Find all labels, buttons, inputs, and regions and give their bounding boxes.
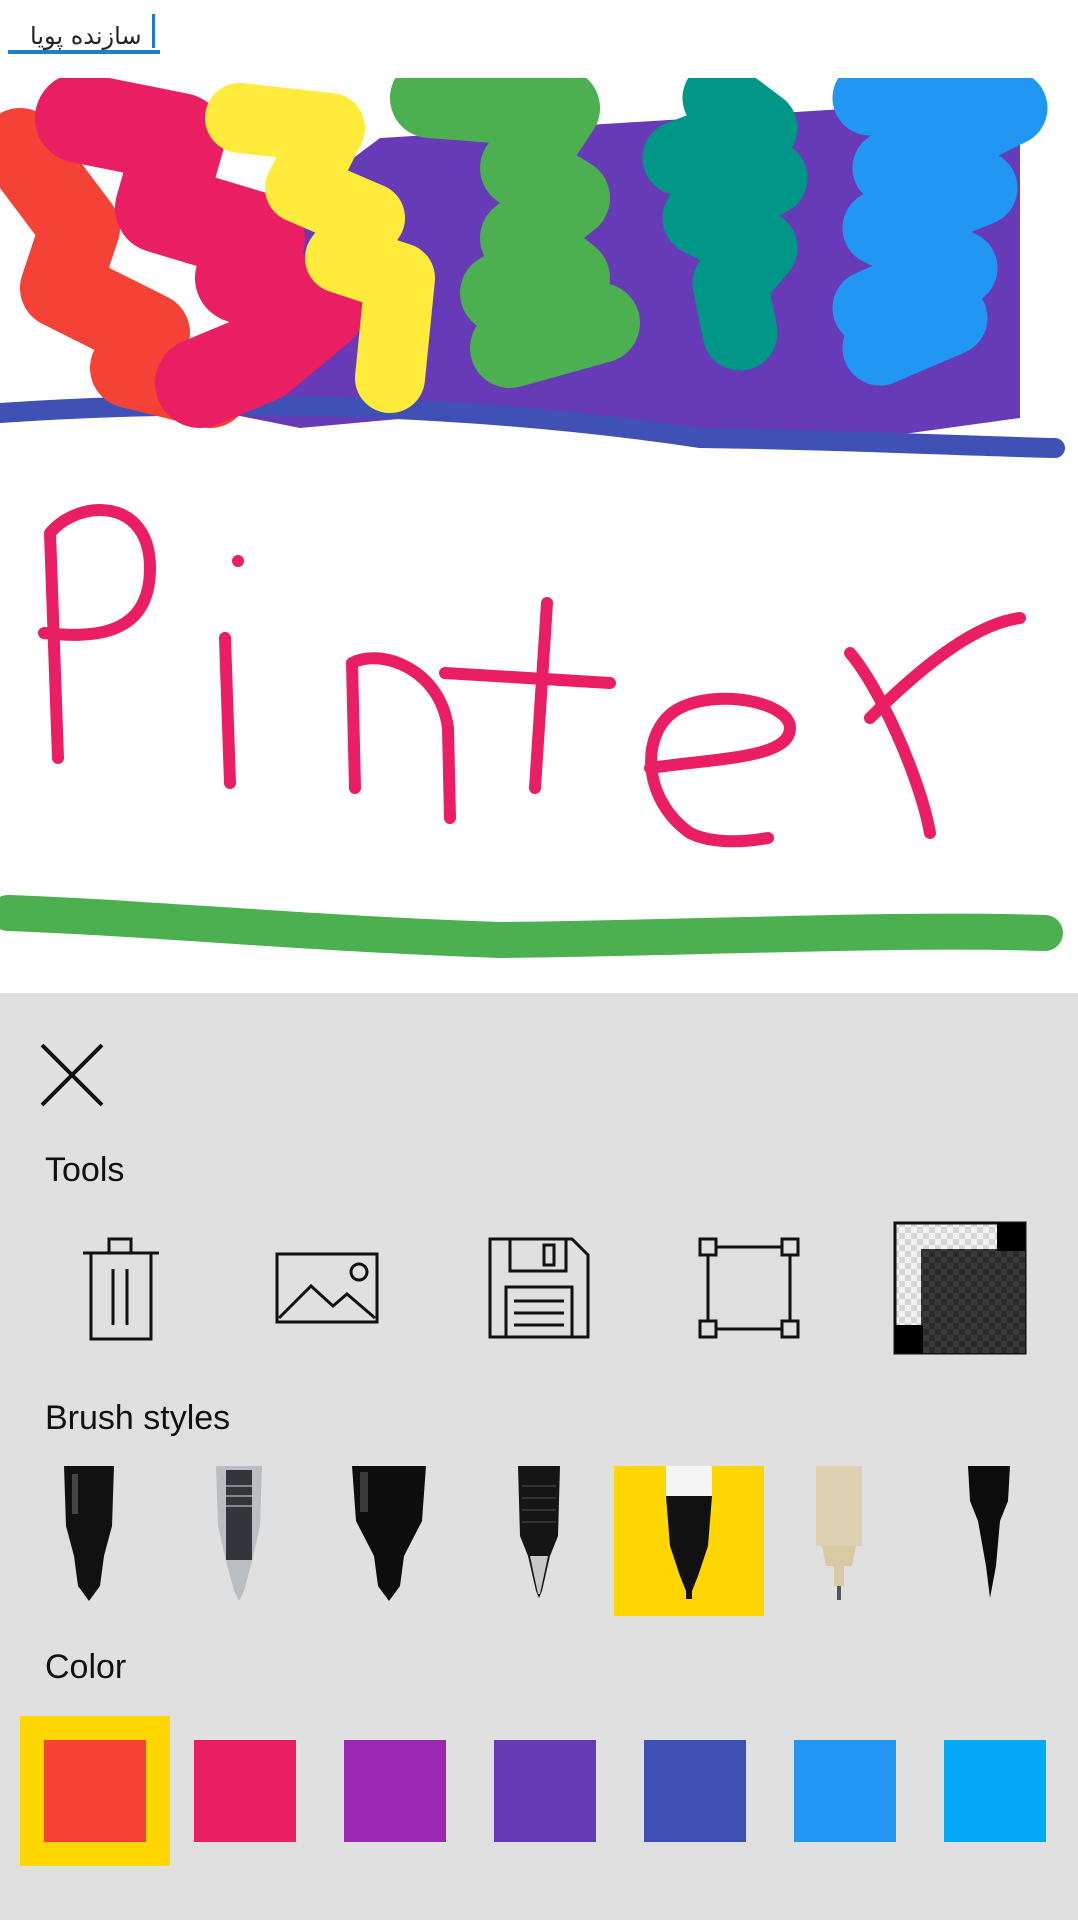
gel-pen-brush-icon — [216, 1466, 262, 1601]
canvas-strokes — [0, 78, 1065, 959]
technical-pen-brush-icon — [816, 1466, 862, 1600]
ballpoint-brush-icon — [518, 1466, 560, 1598]
background-toggle-icon — [893, 1221, 1027, 1355]
crop-frame-tool-button[interactable] — [682, 1221, 816, 1355]
brush-ballpoint[interactable] — [464, 1466, 614, 1616]
top-bar: سازنده پویا — [0, 0, 1078, 78]
brush-pen-brush-icon — [968, 1466, 1010, 1598]
color-swatch-fill — [44, 1740, 146, 1842]
color-swatch-2[interactable] — [170, 1716, 320, 1866]
tools-section-label: Tools — [45, 1151, 125, 1189]
text-caret — [152, 14, 155, 48]
color-swatch-3[interactable] — [320, 1716, 470, 1866]
title-input[interactable]: سازنده پویا — [8, 10, 160, 54]
color-swatch-fill — [494, 1740, 596, 1842]
color-swatch-5[interactable] — [620, 1716, 770, 1866]
drawing-canvas[interactable] — [0, 78, 1078, 993]
background-toggle-button[interactable] — [893, 1221, 1027, 1355]
brush-styles-section-label: Brush styles — [45, 1399, 231, 1437]
color-swatch-fill — [644, 1740, 746, 1842]
brush-marker-pen[interactable] — [14, 1466, 164, 1616]
image-tool-button[interactable] — [261, 1221, 395, 1355]
trash-tool-button[interactable] — [50, 1221, 184, 1355]
color-swatch-fill — [794, 1740, 896, 1842]
save-icon — [488, 1237, 590, 1339]
color-swatch-fill — [194, 1740, 296, 1842]
brush-felt-tip[interactable] — [314, 1466, 464, 1616]
color-swatch-6[interactable] — [770, 1716, 920, 1866]
tool-panel: Tools Brush styles Color — [0, 993, 1078, 1920]
color-swatch-4[interactable] — [470, 1716, 620, 1866]
title-input-value: سازنده پویا — [30, 22, 142, 50]
brush-brush-pen[interactable] — [914, 1466, 1064, 1616]
color-swatch-fill — [944, 1740, 1046, 1842]
handwriting-pinter — [38, 504, 1026, 848]
close-icon — [40, 1043, 104, 1107]
image-icon — [275, 1252, 379, 1324]
trash-icon — [83, 1237, 159, 1341]
color-swatch-7[interactable] — [920, 1716, 1070, 1866]
crop-frame-icon — [698, 1237, 800, 1339]
close-panel-button[interactable] — [32, 1035, 112, 1115]
brush-technical-pen[interactable] — [764, 1466, 914, 1616]
color-swatch-fill — [344, 1740, 446, 1842]
fineliner-brush-icon — [666, 1466, 712, 1599]
save-tool-button[interactable] — [472, 1221, 606, 1355]
felt-tip-brush-icon — [352, 1466, 426, 1601]
color-swatch-1[interactable] — [20, 1716, 170, 1866]
color-section-label: Color — [45, 1648, 127, 1686]
marker-pen-brush-icon — [64, 1466, 114, 1601]
stroke-green-underline — [0, 895, 1063, 959]
brush-fineliner[interactable] — [614, 1466, 764, 1616]
brush-gel-pen[interactable] — [164, 1466, 314, 1616]
